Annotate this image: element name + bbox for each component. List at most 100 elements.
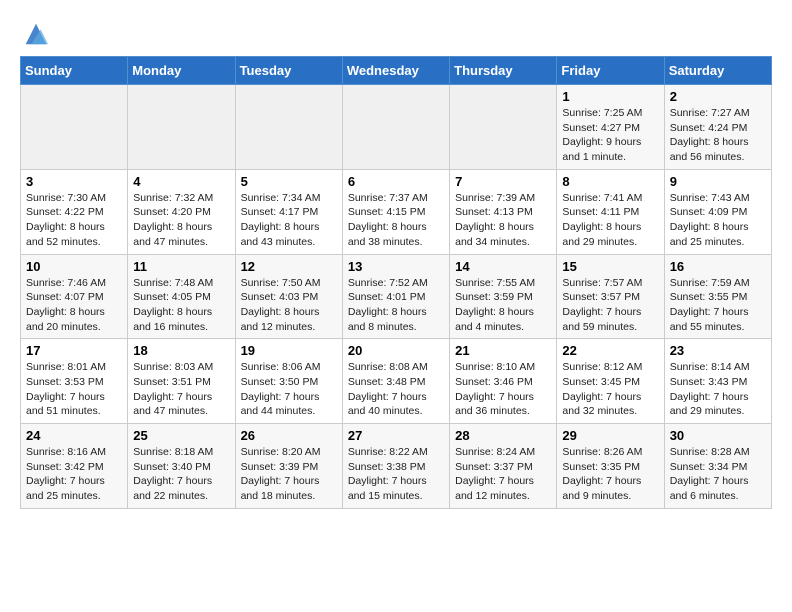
header-area xyxy=(20,16,772,48)
day-cell: 1Sunrise: 7:25 AM Sunset: 4:27 PM Daylig… xyxy=(557,85,664,170)
day-cell xyxy=(128,85,235,170)
day-cell: 30Sunrise: 8:28 AM Sunset: 3:34 PM Dayli… xyxy=(664,424,771,509)
day-info: Sunrise: 8:22 AM Sunset: 3:38 PM Dayligh… xyxy=(348,445,444,504)
day-info: Sunrise: 7:34 AM Sunset: 4:17 PM Dayligh… xyxy=(241,191,337,250)
day-cell: 20 Sunrise: 8:08 AM Sunset: 3:48 PM Dayli… xyxy=(342,339,449,424)
day-info: Sunrise: 7:32 AM Sunset: 4:20 PM Dayligh… xyxy=(133,191,229,250)
page: SundayMondayTuesdayWednesdayThursdayFrid… xyxy=(0,0,792,519)
logo xyxy=(20,20,50,48)
day-info: Sunrise: 8:08 AM Sunset: 3:48 PM Dayligh… xyxy=(348,360,444,419)
day-info: Sunrise: 7:30 AM Sunset: 4:22 PM Dayligh… xyxy=(26,191,122,250)
day-info: Sunrise: 8:10 AM Sunset: 3:46 PM Dayligh… xyxy=(455,360,551,419)
day-number: 12 xyxy=(241,259,337,274)
day-cell: 3 Sunrise: 7:30 AM Sunset: 4:22 PM Daylig… xyxy=(21,169,128,254)
day-info: Sunrise: 7:50 AM Sunset: 4:03 PM Dayligh… xyxy=(241,276,337,335)
day-info: Sunrise: 7:55 AM Sunset: 3:59 PM Dayligh… xyxy=(455,276,551,335)
day-cell: 11 Sunrise: 7:48 AM Sunset: 4:05 PM Dayli… xyxy=(128,254,235,339)
day-cell: 16Sunrise: 7:59 AM Sunset: 3:55 PM Dayli… xyxy=(664,254,771,339)
day-cell: 2 Sunrise: 7:27 AM Sunset: 4:24 PM Daylig… xyxy=(664,85,771,170)
day-info: Sunrise: 7:48 AM Sunset: 4:05 PM Dayligh… xyxy=(133,276,229,335)
day-number: 3 xyxy=(26,174,122,189)
day-number: 21 xyxy=(455,343,551,358)
day-cell xyxy=(450,85,557,170)
day-cell: 4 Sunrise: 7:32 AM Sunset: 4:20 PM Daylig… xyxy=(128,169,235,254)
day-cell: 7Sunrise: 7:39 AM Sunset: 4:13 PM Daylig… xyxy=(450,169,557,254)
day-info: Sunrise: 7:57 AM Sunset: 3:57 PM Dayligh… xyxy=(562,276,658,335)
day-cell: 6 Sunrise: 7:37 AM Sunset: 4:15 PM Daylig… xyxy=(342,169,449,254)
day-cell: 8 Sunrise: 7:41 AM Sunset: 4:11 PM Daylig… xyxy=(557,169,664,254)
day-cell: 29 Sunrise: 8:26 AM Sunset: 3:35 PM Dayli… xyxy=(557,424,664,509)
week-row-2: 3 Sunrise: 7:30 AM Sunset: 4:22 PM Daylig… xyxy=(21,169,772,254)
calendar: SundayMondayTuesdayWednesdayThursdayFrid… xyxy=(20,56,772,509)
weekday-header-tuesday: Tuesday xyxy=(235,57,342,85)
day-cell: 15 Sunrise: 7:57 AM Sunset: 3:57 PM Dayli… xyxy=(557,254,664,339)
day-cell: 17 Sunrise: 8:01 AM Sunset: 3:53 PM Dayli… xyxy=(21,339,128,424)
day-cell: 18Sunrise: 8:03 AM Sunset: 3:51 PM Dayli… xyxy=(128,339,235,424)
day-number: 10 xyxy=(26,259,122,274)
day-cell: 24Sunrise: 8:16 AM Sunset: 3:42 PM Dayli… xyxy=(21,424,128,509)
logo-icon xyxy=(22,20,50,48)
day-number: 22 xyxy=(562,343,658,358)
day-info: Sunrise: 8:14 AM Sunset: 3:43 PM Dayligh… xyxy=(670,360,766,419)
day-number: 8 xyxy=(562,174,658,189)
day-number: 11 xyxy=(133,259,229,274)
day-cell: 10 Sunrise: 7:46 AM Sunset: 4:07 PM Dayli… xyxy=(21,254,128,339)
day-info: Sunrise: 7:37 AM Sunset: 4:15 PM Dayligh… xyxy=(348,191,444,250)
day-cell: 21 Sunrise: 8:10 AM Sunset: 3:46 PM Dayli… xyxy=(450,339,557,424)
day-number: 20 xyxy=(348,343,444,358)
day-info: Sunrise: 8:06 AM Sunset: 3:50 PM Dayligh… xyxy=(241,360,337,419)
day-info: Sunrise: 7:52 AM Sunset: 4:01 PM Dayligh… xyxy=(348,276,444,335)
day-number: 13 xyxy=(348,259,444,274)
day-number: 14 xyxy=(455,259,551,274)
day-info: Sunrise: 7:25 AM Sunset: 4:27 PM Dayligh… xyxy=(562,106,658,165)
weekday-header-friday: Friday xyxy=(557,57,664,85)
day-cell: 9 Sunrise: 7:43 AM Sunset: 4:09 PM Daylig… xyxy=(664,169,771,254)
day-number: 24 xyxy=(26,428,122,443)
day-number: 18 xyxy=(133,343,229,358)
day-info: Sunrise: 8:24 AM Sunset: 3:37 PM Dayligh… xyxy=(455,445,551,504)
day-number: 27 xyxy=(348,428,444,443)
day-info: Sunrise: 8:01 AM Sunset: 3:53 PM Dayligh… xyxy=(26,360,122,419)
day-cell xyxy=(21,85,128,170)
day-number: 23 xyxy=(670,343,766,358)
day-number: 17 xyxy=(26,343,122,358)
weekday-header-monday: Monday xyxy=(128,57,235,85)
day-cell: 25 Sunrise: 8:18 AM Sunset: 3:40 PM Dayli… xyxy=(128,424,235,509)
week-row-3: 10 Sunrise: 7:46 AM Sunset: 4:07 PM Dayli… xyxy=(21,254,772,339)
day-info: Sunrise: 7:41 AM Sunset: 4:11 PM Dayligh… xyxy=(562,191,658,250)
day-number: 26 xyxy=(241,428,337,443)
day-number: 4 xyxy=(133,174,229,189)
day-number: 29 xyxy=(562,428,658,443)
day-info: Sunrise: 8:12 AM Sunset: 3:45 PM Dayligh… xyxy=(562,360,658,419)
day-info: Sunrise: 7:46 AM Sunset: 4:07 PM Dayligh… xyxy=(26,276,122,335)
day-number: 7 xyxy=(455,174,551,189)
day-info: Sunrise: 8:18 AM Sunset: 3:40 PM Dayligh… xyxy=(133,445,229,504)
day-number: 25 xyxy=(133,428,229,443)
day-info: Sunrise: 7:59 AM Sunset: 3:55 PM Dayligh… xyxy=(670,276,766,335)
day-info: Sunrise: 8:26 AM Sunset: 3:35 PM Dayligh… xyxy=(562,445,658,504)
day-cell xyxy=(235,85,342,170)
day-number: 15 xyxy=(562,259,658,274)
day-cell: 13 Sunrise: 7:52 AM Sunset: 4:01 PM Dayli… xyxy=(342,254,449,339)
day-number: 9 xyxy=(670,174,766,189)
weekday-header-sunday: Sunday xyxy=(21,57,128,85)
day-info: Sunrise: 8:28 AM Sunset: 3:34 PM Dayligh… xyxy=(670,445,766,504)
day-cell: 14 Sunrise: 7:55 AM Sunset: 3:59 PM Dayli… xyxy=(450,254,557,339)
day-cell: 19 Sunrise: 8:06 AM Sunset: 3:50 PM Dayli… xyxy=(235,339,342,424)
day-info: Sunrise: 8:20 AM Sunset: 3:39 PM Dayligh… xyxy=(241,445,337,504)
weekday-header-wednesday: Wednesday xyxy=(342,57,449,85)
day-info: Sunrise: 7:43 AM Sunset: 4:09 PM Dayligh… xyxy=(670,191,766,250)
day-cell: 28 Sunrise: 8:24 AM Sunset: 3:37 PM Dayli… xyxy=(450,424,557,509)
weekday-header-thursday: Thursday xyxy=(450,57,557,85)
day-number: 6 xyxy=(348,174,444,189)
day-number: 28 xyxy=(455,428,551,443)
day-number: 19 xyxy=(241,343,337,358)
week-row-5: 24Sunrise: 8:16 AM Sunset: 3:42 PM Dayli… xyxy=(21,424,772,509)
day-info: Sunrise: 7:27 AM Sunset: 4:24 PM Dayligh… xyxy=(670,106,766,165)
week-row-4: 17 Sunrise: 8:01 AM Sunset: 3:53 PM Dayli… xyxy=(21,339,772,424)
day-cell: 5 Sunrise: 7:34 AM Sunset: 4:17 PM Daylig… xyxy=(235,169,342,254)
day-number: 5 xyxy=(241,174,337,189)
day-cell: 27 Sunrise: 8:22 AM Sunset: 3:38 PM Dayli… xyxy=(342,424,449,509)
weekday-header-saturday: Saturday xyxy=(664,57,771,85)
day-number: 2 xyxy=(670,89,766,104)
